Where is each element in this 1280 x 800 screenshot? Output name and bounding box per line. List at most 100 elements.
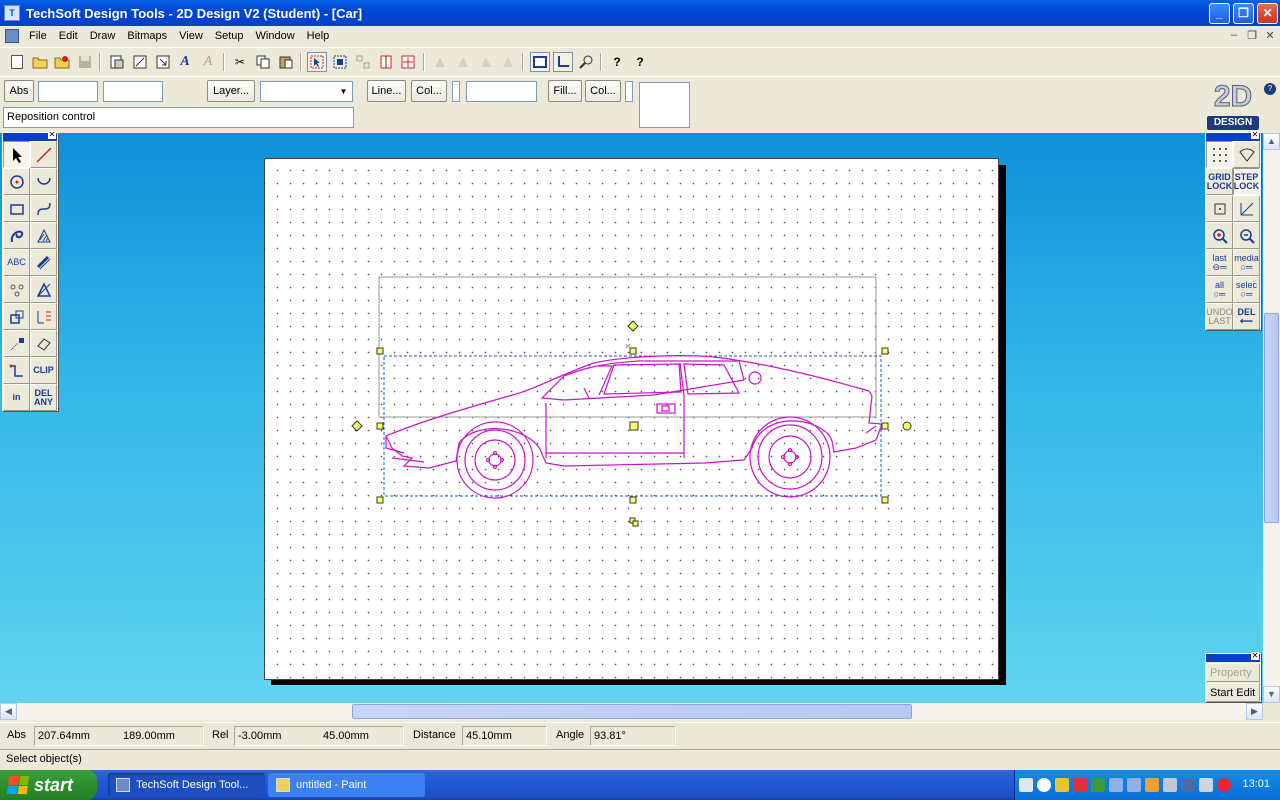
- mirror-icon[interactable]: [376, 52, 396, 72]
- doc-close-button[interactable]: ✕: [1263, 29, 1277, 42]
- bring-front-icon[interactable]: [430, 52, 450, 72]
- measure-icon[interactable]: [576, 52, 596, 72]
- start-edit-button[interactable]: Start Edit: [1206, 683, 1260, 702]
- zoom-all-button[interactable]: all ○═: [1206, 276, 1233, 303]
- app-tray-icon[interactable]: [1217, 778, 1231, 792]
- car-drawing[interactable]: [264, 158, 999, 680]
- array-tool-icon[interactable]: [30, 303, 57, 330]
- fill-button[interactable]: Fill...: [548, 80, 582, 102]
- volume-icon[interactable]: [1163, 778, 1177, 792]
- property-button[interactable]: Property: [1206, 663, 1260, 682]
- drawing-workspace[interactable]: [0, 133, 1263, 703]
- vertical-scrollbar[interactable]: ▲ ▼: [1263, 133, 1280, 703]
- delete-button[interactable]: DEL ⟵: [1233, 303, 1260, 330]
- forward-icon[interactable]: [476, 52, 496, 72]
- title-bar[interactable]: T TechSoft Design Tools - 2D Design V2 (…: [0, 0, 1280, 26]
- grid-toggle-icon[interactable]: [1206, 141, 1233, 168]
- clip-tool-icon[interactable]: CLIP: [30, 357, 57, 384]
- text-style-icon[interactable]: A: [175, 52, 195, 72]
- move-tool-icon[interactable]: [3, 330, 30, 357]
- line-tool-icon[interactable]: [30, 141, 57, 168]
- view-origin-icon[interactable]: [553, 52, 573, 72]
- network-icon[interactable]: [1109, 778, 1123, 792]
- right-palette-close-icon[interactable]: ✕: [1251, 131, 1259, 139]
- task-techsoft[interactable]: TechSoft Design Tool...: [108, 773, 265, 797]
- tray-chevron-icon[interactable]: [1037, 778, 1051, 792]
- close-button[interactable]: ✕: [1257, 3, 1278, 24]
- ungroup-icon[interactable]: [353, 52, 373, 72]
- menu-setup[interactable]: Setup: [209, 30, 250, 42]
- menu-edit[interactable]: Edit: [53, 30, 84, 42]
- doc-restore-button[interactable]: ❐: [1245, 29, 1259, 42]
- menu-help[interactable]: Help: [301, 30, 336, 42]
- abs-x-field[interactable]: [38, 81, 98, 102]
- step-lock-button[interactable]: STEP LOCK: [1233, 168, 1260, 195]
- copy-icon[interactable]: [253, 52, 273, 72]
- circle-tool-icon[interactable]: [3, 168, 30, 195]
- menu-view[interactable]: View: [173, 30, 209, 42]
- group-icon[interactable]: [330, 52, 350, 72]
- backward-icon[interactable]: [498, 52, 518, 72]
- doc-minimize-button[interactable]: –: [1227, 29, 1241, 41]
- menu-window[interactable]: Window: [250, 30, 301, 42]
- polygon-tool-icon[interactable]: [30, 276, 57, 303]
- rectangle-tool-icon[interactable]: [3, 195, 30, 222]
- line-color-button[interactable]: Col...: [411, 80, 447, 102]
- view-sheet-icon[interactable]: [530, 52, 550, 72]
- snap-box-icon[interactable]: [1206, 195, 1233, 222]
- property-panel-close-icon[interactable]: ✕: [1251, 652, 1259, 660]
- keyboard-icon[interactable]: [1019, 778, 1033, 792]
- horizontal-scroll-thumb[interactable]: [352, 704, 912, 719]
- zoom-select-button[interactable]: selec ○═: [1233, 276, 1260, 303]
- resize-icon[interactable]: [130, 52, 150, 72]
- antivirus-icon[interactable]: [1073, 778, 1087, 792]
- print-setup-icon[interactable]: [107, 52, 127, 72]
- zoom-media-button[interactable]: media ○═: [1233, 249, 1260, 276]
- minimize-button[interactable]: _: [1209, 3, 1230, 24]
- spiral-tool-icon[interactable]: [3, 222, 30, 249]
- curve-tool-icon[interactable]: [30, 195, 57, 222]
- whats-this-icon[interactable]: ?: [607, 52, 627, 72]
- scale-tool-icon[interactable]: [3, 303, 30, 330]
- send-back-icon[interactable]: [453, 52, 473, 72]
- layer-button[interactable]: Layer...: [207, 80, 255, 102]
- task-paint[interactable]: untitled - Paint: [268, 773, 425, 797]
- security-shield-icon[interactable]: [1055, 778, 1069, 792]
- undo-last-button[interactable]: UNDO LAST: [1206, 303, 1233, 330]
- scroll-right-button[interactable]: ▶: [1246, 703, 1263, 720]
- axes-icon[interactable]: [1233, 195, 1260, 222]
- trim-tool-icon[interactable]: [3, 357, 30, 384]
- alert-icon[interactable]: [1145, 778, 1159, 792]
- grid-lock-button[interactable]: GRID LOCK: [1206, 168, 1233, 195]
- network-2-icon[interactable]: [1127, 778, 1141, 792]
- dimension-tool-icon[interactable]: [30, 249, 57, 276]
- snap-toggle-icon[interactable]: [1233, 141, 1260, 168]
- zoom-last-button[interactable]: last ⊖═: [1206, 249, 1233, 276]
- menu-file[interactable]: File: [23, 30, 53, 42]
- scroll-down-button[interactable]: ▼: [1263, 686, 1280, 703]
- scroll-up-button[interactable]: ▲: [1263, 133, 1280, 150]
- line-button[interactable]: Line...: [367, 80, 406, 102]
- palette-close-icon[interactable]: ✕: [48, 131, 56, 139]
- text-tool-icon[interactable]: ABC: [3, 249, 30, 276]
- layer-select[interactable]: ▼: [260, 81, 353, 102]
- help-icon[interactable]: ?: [630, 52, 650, 72]
- open-bitmap-icon[interactable]: [52, 52, 72, 72]
- delete-any-tool-icon[interactable]: DEL ANY: [30, 384, 57, 411]
- move-icon[interactable]: [398, 52, 418, 72]
- hatch-tool-icon[interactable]: [30, 222, 57, 249]
- device-icon[interactable]: [1199, 778, 1213, 792]
- points-tool-icon[interactable]: [3, 276, 30, 303]
- new-file-icon[interactable]: [7, 52, 27, 72]
- cut-icon[interactable]: ✂: [230, 52, 250, 72]
- erase-tool-icon[interactable]: [30, 330, 57, 357]
- scroll-left-button[interactable]: ◀: [0, 703, 17, 720]
- export-icon[interactable]: [153, 52, 173, 72]
- bluetooth-icon[interactable]: [1181, 778, 1195, 792]
- arc-tool-icon[interactable]: [30, 168, 57, 195]
- menu-draw[interactable]: Draw: [84, 30, 122, 42]
- vertical-scroll-thumb[interactable]: [1264, 313, 1279, 523]
- start-button[interactable]: start: [0, 770, 97, 800]
- select-mode-icon[interactable]: [307, 52, 327, 72]
- logo-help-icon[interactable]: ?: [1264, 83, 1276, 95]
